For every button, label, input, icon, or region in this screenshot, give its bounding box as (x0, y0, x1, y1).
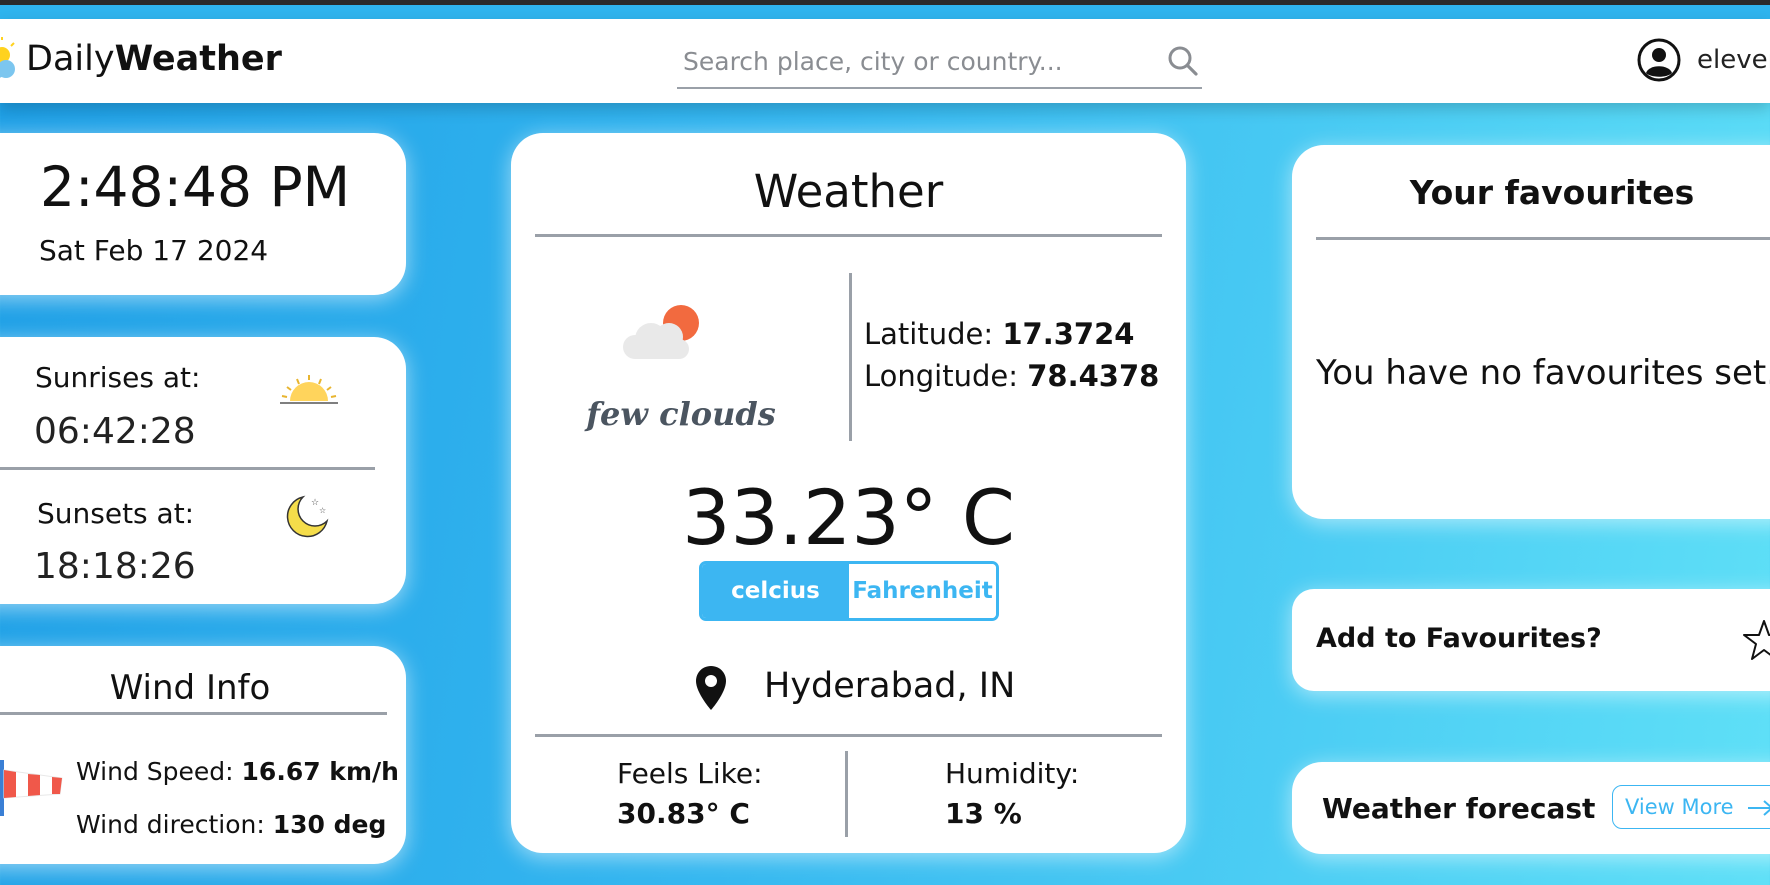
favourites-divider (1316, 237, 1770, 240)
wind-direction-label: Wind direction: (76, 810, 265, 839)
arrow-right-icon (1748, 800, 1770, 816)
sunrise-time: 06:42:28 (34, 411, 196, 452)
windsock-icon (0, 760, 63, 816)
wind-direction-row: Wind direction: 130 deg (76, 810, 386, 839)
sunset-time: 18:18:26 (34, 546, 196, 587)
location-name: Hyderabad, IN (764, 666, 1016, 706)
wind-direction-value: 130 deg (272, 810, 387, 839)
sun-cloud-icon (0, 37, 20, 87)
humidity-label: Humidity: (945, 757, 1080, 790)
svg-text:☆: ☆ (319, 506, 326, 515)
wind-card: Wind Info Wind Speed: 16.67 km/h Wind di… (0, 646, 406, 864)
latitude-label: Latitude: (864, 317, 994, 351)
favourites-title: Your favourites (1409, 173, 1695, 212)
username[interactable]: eleven (1697, 45, 1770, 75)
add-favourite-label: Add to Favourites? (1316, 623, 1602, 654)
current-date: Sat Feb 17 2024 (39, 234, 269, 267)
star-icon[interactable] (1742, 619, 1770, 661)
brand-logo[interactable]: DailyWeather (26, 39, 282, 79)
navbar: DailyWeather eleven (0, 19, 1770, 103)
sun-divider (0, 467, 375, 470)
fahrenheit-button[interactable]: Fahrenheit (849, 564, 996, 618)
feels-like-label: Feels Like: (617, 757, 763, 790)
weather-vertical-divider (849, 273, 852, 441)
favourites-card: Your favourites You have no favourites s… (1292, 145, 1770, 519)
latitude-value: 17.3724 (1002, 317, 1135, 351)
weather-title-divider (535, 234, 1162, 237)
search-bar (677, 37, 1202, 89)
weather-description: few clouds (586, 395, 776, 433)
longitude-label: Longitude: (864, 359, 1019, 393)
unit-toggle: celcius Fahrenheit (699, 561, 999, 621)
longitude-row: Longitude: 78.4378 (864, 359, 1159, 393)
brand-light: Daily (26, 39, 115, 79)
feels-like-value: 30.83° C (617, 797, 750, 830)
humidity-value: 13 % (945, 797, 1022, 830)
few-clouds-icon (623, 305, 699, 359)
sun-times-card: Sunrises at: 06:42:28 Sunsets at: 18:18:… (0, 337, 406, 604)
current-time: 2:48:48 PM (40, 155, 351, 219)
sunrise-icon (280, 375, 338, 404)
view-more-label: View More (1625, 795, 1734, 819)
celsius-button[interactable]: celcius (702, 564, 849, 618)
forecast-label: Weather forecast (1322, 792, 1596, 825)
view-more-button[interactable]: View More (1612, 785, 1770, 829)
forecast-card: Weather forecast View More (1292, 762, 1770, 854)
latitude-row: Latitude: 17.3724 (864, 317, 1134, 351)
sunset-label: Sunsets at: (37, 497, 195, 530)
weather-stats-divider (845, 751, 848, 837)
wind-divider (0, 712, 387, 715)
weather-card: Weather few clouds Latitude: 17.3724 Lon… (511, 133, 1186, 853)
wind-speed-label: Wind Speed: (76, 757, 234, 786)
moon-icon: ☆ ☆ (286, 495, 329, 538)
user-circle-icon[interactable] (1637, 38, 1681, 82)
search-icon[interactable] (1167, 45, 1199, 77)
weather-bottom-divider (535, 734, 1162, 737)
clock-card: 2:48:48 PM Sat Feb 17 2024 (0, 133, 406, 295)
map-pin-icon (696, 666, 726, 710)
wind-speed-value: 16.67 km/h (241, 757, 399, 786)
longitude-value: 78.4378 (1027, 359, 1160, 393)
temperature: 33.23° C (682, 473, 1015, 562)
sunrise-label: Sunrises at: (35, 361, 201, 394)
search-input[interactable] (683, 43, 1133, 79)
svg-text:☆: ☆ (311, 498, 319, 508)
wind-speed-row: Wind Speed: 16.67 km/h (76, 757, 399, 786)
header-accent-strip (0, 5, 1770, 19)
brand-bold: Weather (114, 39, 282, 79)
add-favourite-card[interactable]: Add to Favourites? (1292, 589, 1770, 691)
wind-title: Wind Info (109, 668, 271, 708)
favourites-empty-message: You have no favourites set. (1316, 353, 1770, 393)
weather-title: Weather (753, 165, 944, 218)
